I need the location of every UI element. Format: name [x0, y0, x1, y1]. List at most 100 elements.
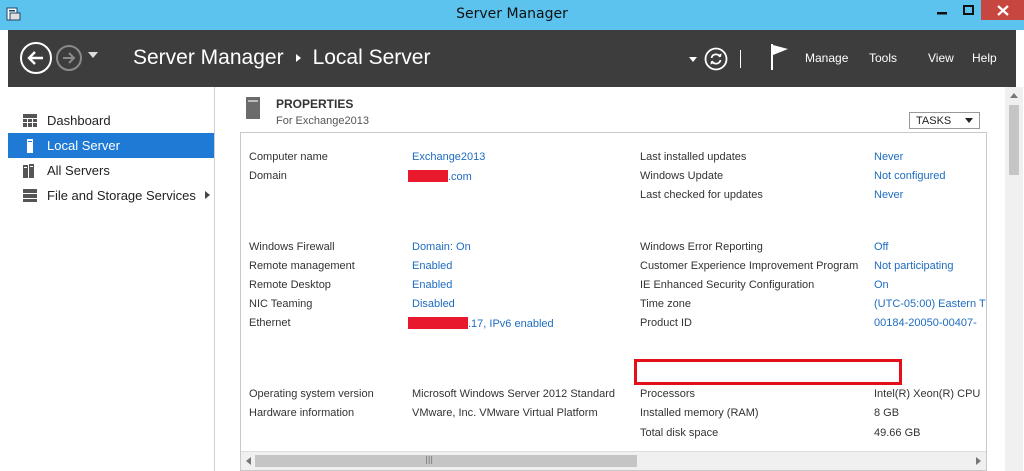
chevron-down-icon — [965, 118, 973, 123]
os-version-value: Microsoft Windows Server 2012 Standard — [412, 388, 615, 400]
last-checked-updates-link[interactable]: Never — [874, 189, 903, 201]
back-button[interactable] — [20, 42, 52, 74]
horizontal-scrollbar[interactable]: ||| — [241, 451, 986, 470]
scroll-left-icon[interactable] — [246, 457, 251, 465]
domain-label: Domain — [249, 170, 287, 182]
last-installed-updates-label: Last installed updates — [640, 151, 747, 163]
processors-label: Processors — [640, 388, 696, 400]
properties-subtitle: For Exchange2013 — [276, 115, 369, 127]
windows-update-link[interactable]: Not configured — [874, 170, 946, 182]
computer-name-label: Computer name — [249, 151, 328, 163]
server-icon — [23, 138, 37, 153]
time-zone-label: Time zone — [640, 298, 691, 310]
scroll-up-icon[interactable] — [1010, 93, 1018, 98]
history-dropdown-icon[interactable] — [88, 52, 98, 58]
time-zone-link[interactable]: (UTC-05:00) Eastern T — [874, 298, 986, 310]
properties-panel: Computer name Exchange2013 Domain .com W… — [240, 132, 987, 471]
breadcrumb: Server Manager Local Server — [133, 46, 430, 70]
properties-pane: PROPERTIES For Exchange2013 TASKS Comput… — [216, 87, 1023, 471]
navigation-header: Server Manager Local Server Manage Tools… — [8, 30, 1016, 87]
tasks-label: TASKS — [916, 114, 952, 127]
ie-esc-highlight-box — [634, 359, 902, 385]
sidebar-item-file-storage[interactable]: File and Storage Services — [8, 183, 214, 208]
maximize-icon — [962, 5, 974, 15]
product-id-link[interactable]: 00184-20050-00407- — [874, 317, 977, 329]
tasks-button[interactable]: TASKS — [909, 112, 980, 129]
redaction-mark — [408, 317, 468, 329]
sidebar-item-label: File and Storage Services — [47, 188, 196, 203]
properties-server-icon — [246, 97, 260, 119]
menu-view[interactable]: View — [928, 51, 954, 65]
minimize-icon — [937, 12, 947, 15]
processors-value: Intel(R) Xeon(R) CPU — [874, 388, 981, 400]
back-arrow-icon — [27, 51, 43, 65]
ceip-link[interactable]: Not participating — [874, 260, 954, 272]
flag-icon — [771, 44, 788, 70]
forward-arrow-icon — [63, 52, 76, 64]
breadcrumb-separator-icon — [295, 54, 301, 62]
sidebar-item-all-servers[interactable]: All Servers — [8, 158, 214, 183]
error-reporting-label: Windows Error Reporting — [640, 241, 763, 253]
installed-memory-label: Installed memory (RAM) — [640, 407, 759, 419]
notifications-flag-button[interactable] — [768, 42, 792, 72]
remote-management-label: Remote management — [249, 260, 355, 272]
error-reporting-link[interactable]: Off — [874, 241, 888, 253]
properties-title: PROPERTIES — [276, 97, 354, 111]
sidebar-item-dashboard[interactable]: Dashboard — [8, 108, 214, 133]
last-checked-updates-label: Last checked for updates — [640, 189, 763, 201]
domain-link[interactable]: .com — [408, 170, 472, 183]
windows-update-label: Windows Update — [640, 170, 724, 182]
menu-manage[interactable]: Manage — [805, 51, 848, 65]
sidebar-item-label: Local Server — [47, 138, 120, 153]
ethernet-value: .17, IPv6 enabled — [468, 318, 554, 330]
menu-tools[interactable]: Tools — [869, 51, 897, 65]
ceip-label: Customer Experience Improvement Program — [640, 260, 859, 272]
menu-help[interactable]: Help — [972, 51, 997, 65]
os-version-label: Operating system version — [249, 388, 374, 400]
close-button[interactable] — [981, 0, 1024, 20]
total-disk-value: 49.66 GB — [874, 427, 921, 439]
hardware-info-value: VMware, Inc. VMware Virtual Platform — [412, 407, 598, 419]
windows-firewall-label: Windows Firewall — [249, 241, 335, 253]
total-disk-label: Total disk space — [640, 427, 719, 439]
installed-memory-value: 8 GB — [874, 407, 900, 419]
refresh-button[interactable] — [704, 47, 728, 71]
breadcrumb-current: Local Server — [312, 46, 431, 69]
product-id-label: Product ID — [640, 317, 692, 329]
ie-esc-label: IE Enhanced Security Configuration — [640, 279, 815, 291]
redaction-mark — [408, 170, 448, 182]
close-icon — [996, 4, 1009, 16]
window-title: Server Manager — [456, 6, 568, 22]
windows-firewall-link[interactable]: Domain: On — [412, 241, 471, 253]
servers-icon — [23, 163, 37, 178]
expand-arrow-icon[interactable] — [205, 191, 210, 199]
breadcrumb-root[interactable]: Server Manager — [133, 46, 284, 70]
header-divider — [740, 50, 741, 68]
ethernet-link[interactable]: .17, IPv6 enabled — [408, 317, 554, 330]
vertical-scrollbar[interactable] — [1005, 87, 1023, 471]
last-installed-updates-link[interactable]: Never — [874, 151, 903, 163]
notifications-dropdown-icon[interactable] — [689, 57, 697, 62]
nic-teaming-label: NIC Teaming — [249, 298, 313, 310]
storage-icon — [23, 189, 37, 203]
sidebar: Dashboard Local Server All Servers File … — [8, 87, 215, 471]
scroll-grip-icon: ||| — [425, 455, 434, 464]
sidebar-item-label: All Servers — [47, 163, 110, 178]
maximize-button[interactable] — [955, 0, 981, 20]
nic-teaming-link[interactable]: Disabled — [412, 298, 455, 310]
ie-esc-link[interactable]: On — [874, 279, 889, 291]
scroll-right-icon[interactable] — [976, 457, 981, 465]
computer-name-link[interactable]: Exchange2013 — [412, 151, 485, 163]
sidebar-item-label: Dashboard — [47, 113, 111, 128]
forward-button[interactable] — [56, 45, 82, 71]
ethernet-label: Ethernet — [249, 317, 291, 329]
server-manager-window: Server Manager Server Manager Local Serv… — [0, 0, 1024, 471]
remote-desktop-link[interactable]: Enabled — [412, 279, 452, 291]
horizontal-scroll-thumb[interactable] — [255, 455, 637, 467]
sidebar-item-local-server[interactable]: Local Server — [8, 133, 214, 158]
remote-management-link[interactable]: Enabled — [412, 260, 452, 272]
minimize-button[interactable] — [929, 0, 955, 20]
hardware-info-label: Hardware information — [249, 407, 355, 419]
refresh-icon — [704, 47, 728, 71]
vertical-scroll-thumb[interactable] — [1009, 105, 1019, 175]
